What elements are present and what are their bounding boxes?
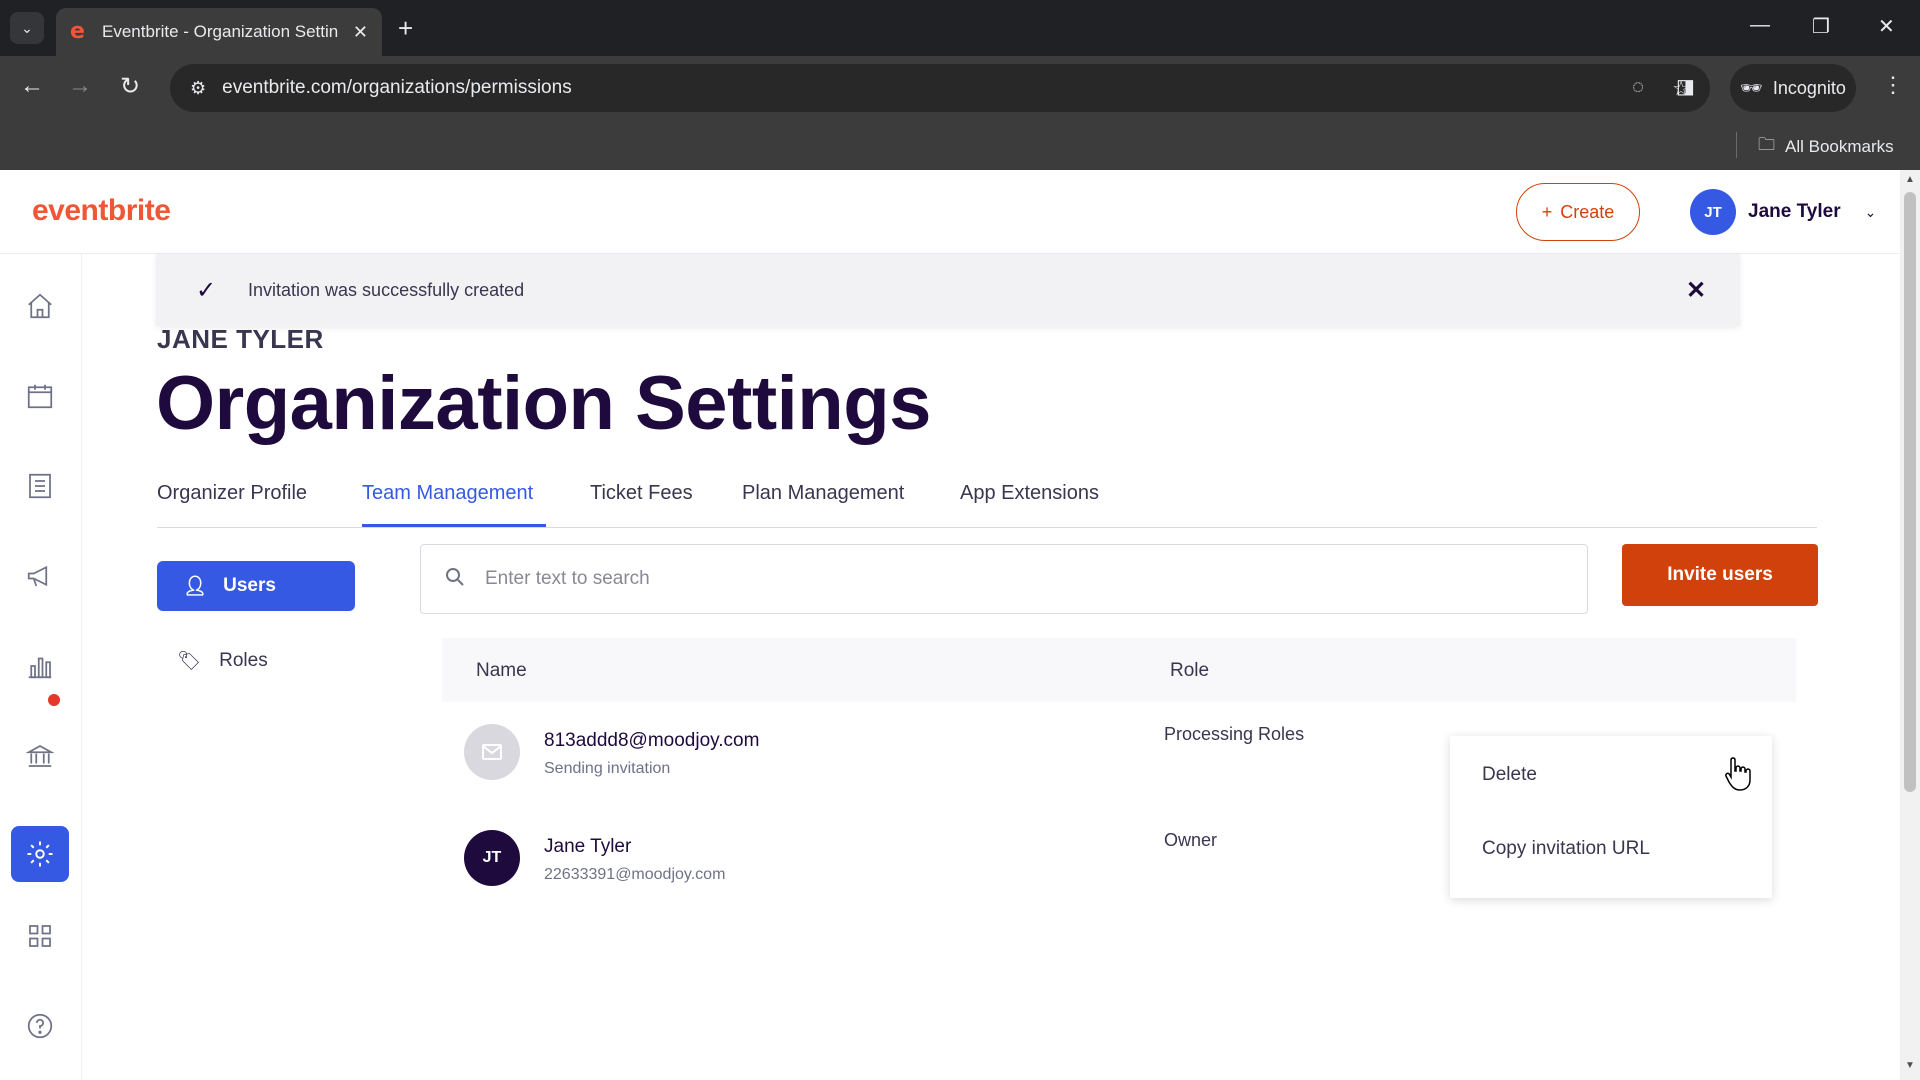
side-panel-icon[interactable]: ◨ [1676, 74, 1695, 99]
settings-tabs: Organizer Profile Team Management Ticket… [157, 470, 1817, 528]
tab-plan-management[interactable]: Plan Management [742, 482, 904, 505]
settings-gear-icon[interactable] [11, 826, 69, 882]
hand-pointer-cursor-icon [1724, 756, 1752, 797]
back-icon[interactable]: ← [20, 72, 44, 100]
user-email: 22633391@moodjoy.com [544, 866, 726, 883]
user-name: Jane Tyler [544, 836, 632, 857]
active-tab-indicator [362, 524, 546, 527]
tab-team-management[interactable]: Team Management [362, 482, 533, 505]
tab-ticket-fees[interactable]: Ticket Fees [590, 482, 693, 505]
user-menu[interactable]: JT Jane Tyler ⌄ [1690, 189, 1876, 235]
users-nav-button[interactable]: 👤︎ Users [157, 561, 355, 611]
user-role: Processing Roles [1164, 724, 1305, 744]
scroll-down-icon[interactable]: ▼ [1905, 1060, 1915, 1071]
incognito-icon: 🕶 [1740, 77, 1763, 98]
folder-icon: 🗀 [1758, 135, 1775, 154]
avatar: JT [1690, 189, 1736, 235]
tab-organizer-profile[interactable]: Organizer Profile [157, 482, 307, 505]
tab-strip: ⌄ e Eventbrite - Organization Settin ✕ +… [0, 0, 1920, 56]
column-header-role[interactable]: Role [1170, 660, 1209, 682]
minimize-icon[interactable]: — [1750, 14, 1770, 37]
new-tab-button[interactable]: + [398, 14, 413, 42]
page: eventbrite + Create JT Jane Tyler ⌄ ▲ ▼ [0, 170, 1920, 1080]
browser-toolbar: ← → ↻ ⚙ eventbrite.com/organizations/per… [0, 56, 1920, 122]
organization-name: JANE TYLER [157, 324, 324, 354]
user-role: Owner [1164, 830, 1218, 850]
toast-message: Invitation was successfully created [248, 280, 525, 300]
success-toast: ✓ Invitation was successfully created ✕ [156, 254, 1740, 326]
avatar: JT [464, 830, 520, 886]
user-name: Jane Tyler [1748, 201, 1841, 222]
all-bookmarks-label: All Bookmarks [1785, 136, 1894, 156]
bookmarks-divider [1736, 132, 1737, 158]
eventbrite-favicon-icon: e [70, 19, 85, 44]
check-icon: ✓ [196, 277, 217, 304]
roles-nav-button[interactable]: 🏷︎ Roles [157, 636, 355, 686]
home-icon[interactable] [20, 286, 60, 326]
user-status: Sending invitation [544, 760, 671, 777]
table-row[interactable]: 813addd8@moodjoy.com Sending invitation … [442, 724, 1442, 814]
search-box[interactable] [420, 544, 1588, 614]
calendar-icon[interactable] [20, 376, 60, 416]
url-text: eventbrite.com/organizations/permissions [222, 77, 572, 98]
roles-label: Roles [219, 650, 268, 671]
side-navigation [0, 254, 82, 1080]
bookmarks-bar: 🗀 All Bookmarks [0, 122, 1920, 170]
incognito-label: Incognito [1772, 77, 1846, 98]
address-bar[interactable]: ⚙ eventbrite.com/organizations/permissio… [170, 64, 1710, 112]
table-row[interactable]: JT Jane Tyler 22633391@moodjoy.com Owner [442, 830, 1442, 920]
browser-tab[interactable]: e Eventbrite - Organization Settin ✕ [56, 8, 382, 56]
browser-chrome: ⌄ e Eventbrite - Organization Settin ✕ +… [0, 0, 1920, 170]
column-header-name[interactable]: Name [476, 660, 527, 682]
toast-close-icon[interactable]: ✕ [1686, 276, 1706, 305]
chevron-down-icon: ⌄ [1864, 203, 1877, 220]
browser-menu-icon[interactable]: ⋮ [1882, 72, 1904, 98]
megaphone-icon[interactable] [20, 556, 60, 596]
create-label: Create [1560, 201, 1615, 222]
plus-icon: + [1541, 201, 1553, 222]
create-button[interactable]: + Create [1516, 183, 1640, 241]
delete-menu-item[interactable]: Delete [1482, 764, 1537, 786]
user-icon: 👤︎ [183, 576, 208, 597]
reload-icon[interactable]: ↻ [120, 72, 140, 101]
tab-search-button[interactable]: ⌄ [10, 12, 44, 44]
site-settings-icon[interactable]: ⚙ [190, 78, 206, 99]
eye-off-icon[interactable]: ◌ [1632, 76, 1644, 101]
tab-close-icon[interactable]: ✕ [353, 22, 368, 43]
window-close-icon[interactable]: ✕ [1878, 14, 1895, 39]
search-input[interactable] [485, 568, 1525, 590]
search-icon [443, 565, 467, 594]
mail-icon [464, 724, 520, 780]
page-title: Organization Settings [156, 361, 931, 446]
orders-list-icon[interactable] [20, 466, 60, 506]
notification-dot [48, 694, 60, 706]
apps-grid-icon[interactable] [20, 916, 60, 956]
incognito-indicator[interactable]: 🕶 Incognito [1730, 64, 1856, 112]
all-bookmarks-button[interactable]: 🗀 All Bookmarks [1758, 132, 1894, 161]
help-icon[interactable] [20, 1006, 60, 1046]
table-header: Name Role [442, 638, 1796, 702]
scroll-up-icon[interactable]: ▲ [1905, 174, 1915, 185]
tab-title: Eventbrite - Organization Settin [102, 22, 338, 41]
restore-icon[interactable]: ❐ [1812, 14, 1830, 39]
finance-bank-icon[interactable] [20, 736, 60, 776]
reports-chart-icon[interactable] [20, 646, 60, 686]
copy-invitation-url-menu-item[interactable]: Copy invitation URL [1482, 838, 1650, 860]
user-email: 813addd8@moodjoy.com [544, 730, 760, 751]
page-scrollbar[interactable]: ▲ ▼ [1900, 170, 1920, 1080]
scroll-thumb[interactable] [1904, 192, 1916, 792]
users-label: Users [223, 575, 276, 596]
forward-icon[interactable]: → [68, 72, 92, 100]
site-header: eventbrite + Create JT Jane Tyler ⌄ [0, 170, 1900, 254]
eventbrite-logo[interactable]: eventbrite [32, 194, 171, 228]
tab-app-extensions[interactable]: App Extensions [960, 482, 1099, 505]
tag-icon: 🏷︎ [177, 651, 202, 672]
invite-users-button[interactable]: Invite users [1622, 544, 1818, 606]
